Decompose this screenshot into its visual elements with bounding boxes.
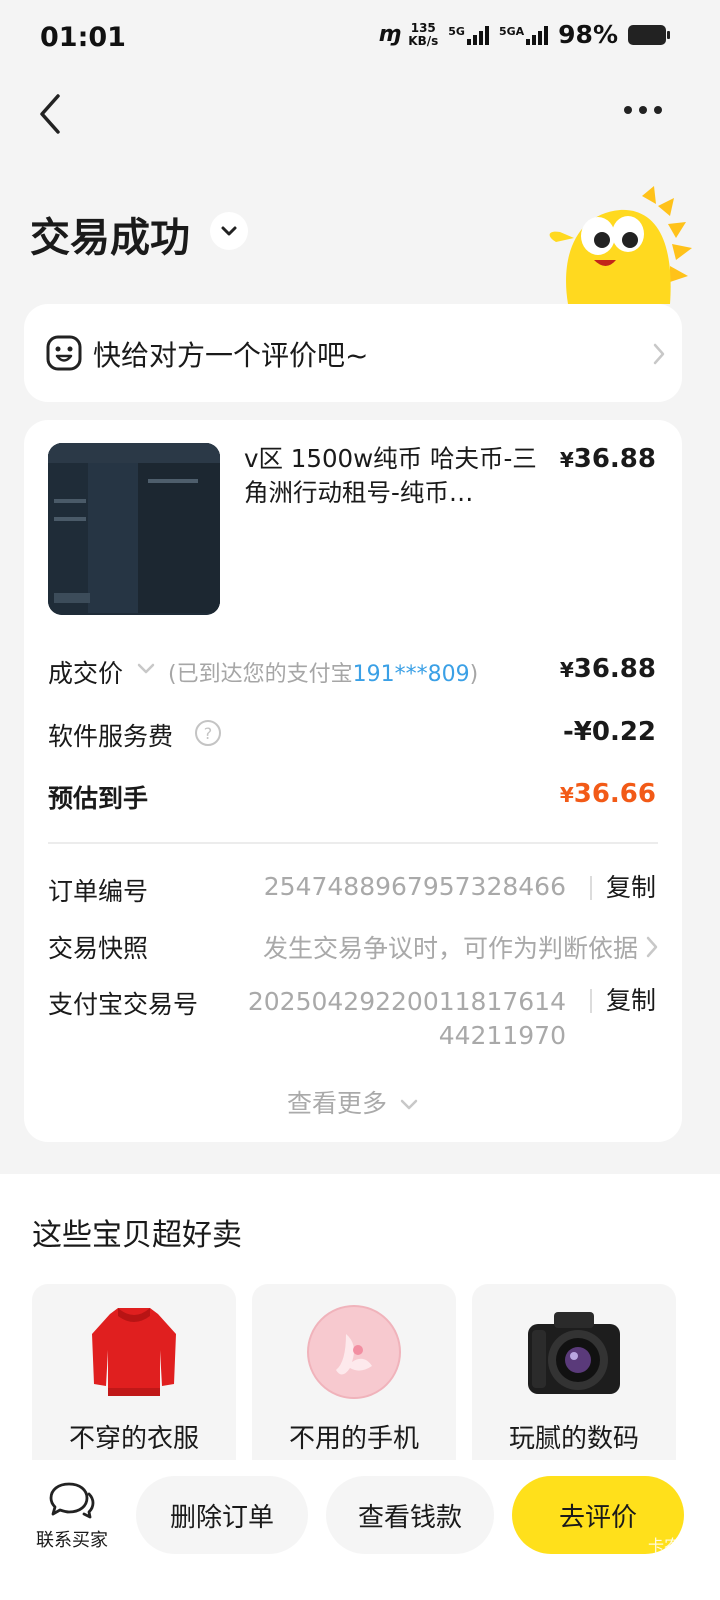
help-icon[interactable]: ?	[194, 719, 222, 747]
review-prompt-text: 快给对方一个评价吧~	[93, 339, 369, 372]
currency-symbol: ¥	[559, 783, 574, 807]
see-more-label: 查看更多	[287, 1089, 388, 1118]
bottom-action-bar: 联系买家 删除订单 查看钱款 去评价 卡农社区	[0, 1460, 720, 1600]
recommend-card-phone[interactable]: 不用的手机	[252, 1284, 456, 1484]
deal-price-value: ¥36.88	[560, 654, 656, 684]
page-title: 交易成功	[30, 215, 190, 261]
recommend-title: 这些宝贝超好卖	[32, 1218, 242, 1253]
estimate-amount: 36.66	[573, 779, 656, 809]
speed-value: 135	[410, 20, 436, 35]
status-icons: ɱ 135 KB/s 5G 5GA 98%	[378, 20, 670, 49]
snapshot-label: 交易快照	[48, 934, 149, 963]
title-expand-button[interactable]	[210, 212, 248, 250]
svg-text:?: ?	[204, 724, 213, 743]
speed-unit: KB/s	[408, 33, 439, 48]
see-more-button[interactable]: 查看更多	[24, 1084, 682, 1120]
alipay-trade-line2: 44211970	[438, 1021, 566, 1050]
chevron-right-icon	[653, 343, 665, 365]
product-title[interactable]: v区 1500w纯币 哈夫币-三角洲行动租号-纯币…	[244, 442, 544, 510]
delete-order-button[interactable]: 删除订单	[136, 1476, 308, 1554]
deal-note-prefix: (已到达您的支付宝	[168, 662, 353, 687]
smiley-icon	[46, 335, 82, 371]
currency-symbol: ¥	[559, 448, 574, 472]
alipay-trade-line1: 20250429220011817614	[247, 987, 566, 1016]
signal-2-icon: 5GA	[498, 24, 549, 45]
battery-percent: 98%	[558, 20, 618, 49]
review-prompt-card[interactable]: 快给对方一个评价吧~	[24, 304, 682, 402]
recommend-label: 不用的手机	[288, 1424, 419, 1454]
deal-price-label[interactable]: 成交价	[48, 654, 123, 690]
copy-order-button[interactable]: 复制	[589, 875, 656, 900]
chat-icon	[49, 1482, 95, 1519]
product-price-value: 36.88	[573, 444, 656, 474]
estimate-value: ¥36.66	[560, 779, 656, 809]
contact-buyer-button[interactable]: 联系买家	[32, 1480, 112, 1552]
copy-alipay-button[interactable]: 复制	[589, 988, 656, 1013]
recommend-label: 不穿的衣服	[68, 1424, 199, 1454]
net1-label: 5G	[448, 24, 465, 38]
alipay-trade-label: 支付宝交易号	[48, 990, 199, 1019]
recommend-label: 玩腻的数码	[508, 1424, 639, 1454]
watermark: 卡农社区	[647, 1536, 712, 1555]
chevron-down-icon	[221, 226, 237, 236]
chevron-down-icon	[400, 1099, 418, 1110]
back-icon[interactable]	[34, 92, 74, 136]
camera-icon	[528, 1312, 620, 1394]
signal-1-icon: 5G	[448, 25, 489, 45]
view-money-button[interactable]: 查看钱款	[326, 1476, 494, 1554]
phone-icon	[307, 1305, 401, 1399]
order-number-value: 2547488967957328466	[263, 872, 566, 901]
recommend-card-digital[interactable]: 玩腻的数码	[472, 1284, 676, 1484]
alipay-account: 191***809	[352, 662, 470, 687]
mascot-illustration	[549, 186, 692, 304]
chevron-right-icon[interactable]	[646, 936, 658, 958]
service-fee-value: -¥0.22	[562, 717, 656, 747]
product-thumbnail[interactable]	[48, 443, 220, 615]
carrier-icon: ɱ	[378, 22, 401, 47]
sweater-icon	[92, 1308, 176, 1396]
more-options-icon[interactable]	[624, 106, 662, 114]
divider	[48, 842, 658, 844]
deal-price-note: (已到达您的支付宝191***809)	[168, 656, 478, 688]
product-price: ¥36.88	[560, 444, 656, 474]
order-detail-card: v区 1500w纯币 哈夫币-三角洲行动租号-纯币… ¥36.88 成交价 (已…	[24, 420, 682, 1142]
contact-buyer-label: 联系买家	[36, 1530, 108, 1551]
net2-label: 5GA	[498, 24, 525, 38]
chevron-down-icon[interactable]	[136, 662, 156, 676]
order-number-label: 订单编号	[48, 877, 149, 906]
recommend-card-clothes[interactable]: 不穿的衣服	[32, 1284, 236, 1484]
network-speed: 135 KB/s	[408, 20, 439, 48]
alipay-trade-value: 20250429220011817614 44211970	[248, 985, 566, 1053]
deal-value: 36.88	[573, 654, 656, 684]
deal-note-suffix: )	[469, 662, 479, 687]
snapshot-value[interactable]: 发生交易争议时，可作为判断依据	[263, 929, 638, 965]
currency-symbol: ¥	[559, 658, 574, 682]
status-time: 01:01	[40, 22, 126, 53]
battery-icon	[628, 24, 670, 45]
estimate-label: 预估到手	[48, 784, 149, 813]
service-fee-label: 软件服务费	[48, 722, 174, 751]
